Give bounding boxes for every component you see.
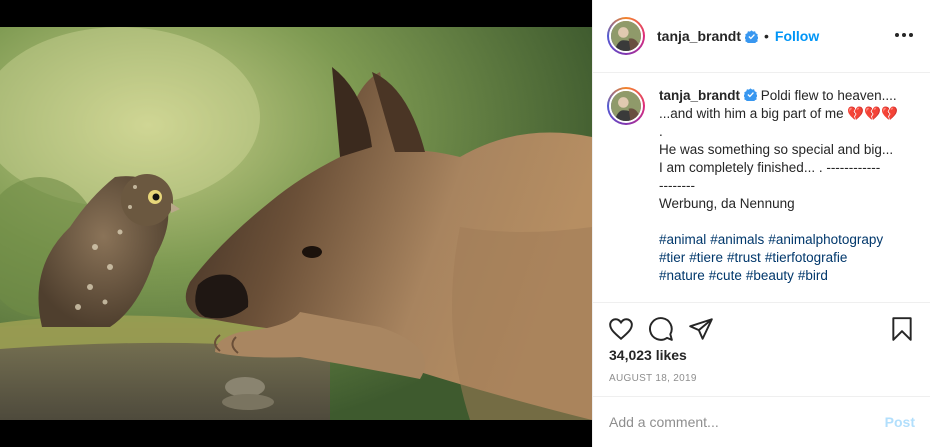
avatar [609, 19, 643, 53]
post-media [0, 0, 592, 447]
caption-line: I am completely finished... . ----------… [659, 160, 881, 175]
verified-badge-icon [744, 88, 758, 101]
comment-bar: Post [593, 396, 930, 447]
paper-plane-icon[interactable] [688, 316, 714, 342]
hashtag-link[interactable]: #animals [710, 232, 764, 247]
hashtag-link[interactable]: #beauty [746, 268, 794, 283]
caption-section: tanja_brandt Poldi flew to heaven.... ..… [593, 73, 930, 302]
hashtag-link[interactable]: #tiere [689, 250, 723, 265]
post-comment-button[interactable]: Post [885, 414, 915, 430]
caption-username[interactable]: tanja_brandt [659, 88, 740, 103]
comment-input[interactable] [609, 414, 885, 430]
avatar [609, 89, 643, 123]
hashtag-link[interactable]: #tierfotografie [765, 250, 848, 265]
story-ring[interactable] [607, 17, 645, 55]
comment-icon[interactable] [648, 316, 674, 342]
more-options-icon[interactable] [895, 33, 913, 39]
post-photo[interactable] [0, 27, 592, 420]
bookmark-icon[interactable] [889, 316, 915, 342]
post-date[interactable]: AUGUST 18, 2019 [609, 373, 697, 384]
like-count[interactable]: 34,023 likes [609, 347, 687, 363]
instagram-post: tanja_brandt • Follow tanja_brandt Poldi… [0, 0, 930, 447]
hashtag-link[interactable]: #nature [659, 268, 705, 283]
hashtag-link[interactable]: #tier [659, 250, 685, 265]
separator-dot: • [764, 28, 769, 44]
caption-line: Poldi flew to heaven.... [760, 88, 897, 103]
heart-icon[interactable] [608, 316, 634, 342]
caption-line: He was something so special and big... [659, 142, 894, 157]
verified-badge-icon [745, 29, 759, 43]
story-ring[interactable] [607, 87, 645, 125]
caption-text: tanja_brandt Poldi flew to heaven.... ..… [659, 87, 909, 302]
caption-line: Werbung, da Nennung [659, 196, 795, 211]
caption-line: -------- [659, 178, 695, 193]
hashtag-list: #animal #animals #animalphotograpy #tier #t… [659, 231, 909, 285]
hashtag-link[interactable]: #animal [659, 232, 706, 247]
hashtag-link[interactable]: #cute [709, 268, 742, 283]
hashtag-link[interactable]: #bird [798, 268, 828, 283]
caption-line: . [659, 124, 663, 139]
follow-button[interactable]: Follow [775, 28, 819, 44]
post-side-panel: tanja_brandt • Follow tanja_brandt Poldi… [592, 0, 930, 447]
hashtag-link[interactable]: #animalphotograpy [768, 232, 883, 247]
caption-first-line: tanja_brandt Poldi flew to heaven.... [659, 87, 909, 105]
header-username[interactable]: tanja_brandt [657, 28, 741, 44]
caption-line: ...and with him a big part of me 💔💔💔 [659, 106, 898, 121]
hashtag-link[interactable]: #trust [727, 250, 761, 265]
post-header: tanja_brandt • Follow [593, 0, 930, 73]
